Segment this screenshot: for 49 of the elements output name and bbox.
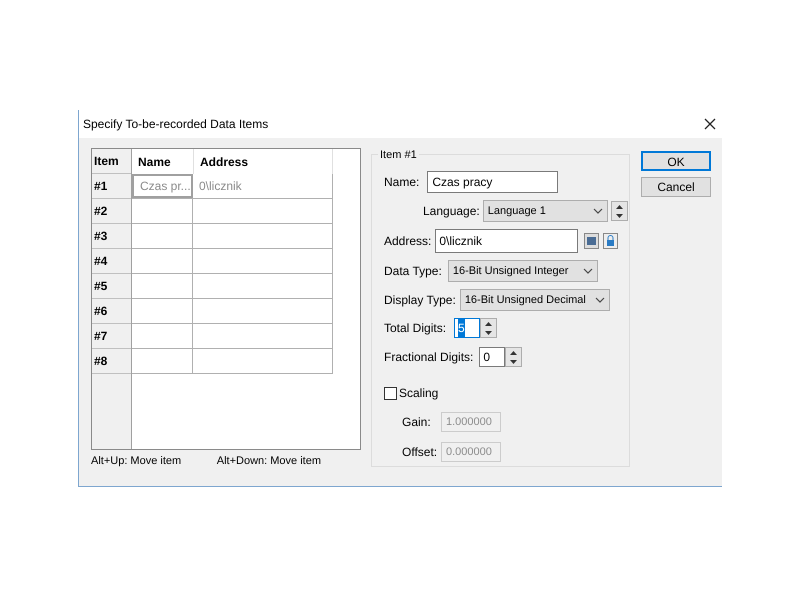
number-field[interactable]: 5 xyxy=(454,318,480,338)
row-header[interactable]: #6 xyxy=(92,299,131,324)
dialog-button[interactable]: Cancel xyxy=(641,177,711,197)
chevron-down-icon xyxy=(594,297,605,303)
up-arrow-icon[interactable] xyxy=(485,322,492,326)
number-field[interactable]: 0 xyxy=(479,347,506,367)
shortcut-hint: Alt+Up: Move item xyxy=(91,454,182,469)
lock-icon[interactable] xyxy=(603,233,618,249)
field-label: Address: xyxy=(384,233,432,250)
name-field[interactable]: Czas pracy xyxy=(427,171,558,193)
down-arrow-icon[interactable] xyxy=(510,360,518,364)
address-field[interactable]: 0\licznik xyxy=(435,229,578,253)
checkbox[interactable] xyxy=(384,386,397,400)
spin-button[interactable] xyxy=(480,318,498,338)
dialog-button[interactable]: OK xyxy=(641,151,711,171)
dropdown[interactable]: 16-Bit Unsigned Integer xyxy=(448,260,598,282)
field-label: Display Type: xyxy=(384,292,456,309)
field-label: Gain: xyxy=(402,414,432,431)
down-arrow-icon[interactable] xyxy=(485,330,492,334)
column-header: Address xyxy=(193,149,333,174)
window-title: Specify To-be-recorded Data Items xyxy=(83,116,268,133)
row-header[interactable]: #1 xyxy=(92,174,131,199)
close-icon[interactable] xyxy=(704,118,716,130)
column-header: Name xyxy=(137,154,172,170)
field-label: Language: xyxy=(423,203,480,220)
row-header[interactable]: #8 xyxy=(92,349,131,374)
row-header[interactable]: #7 xyxy=(92,324,131,349)
chevron-down-icon xyxy=(582,268,593,274)
shortcut-hint: Alt+Down: Move item xyxy=(216,454,321,469)
row-header[interactable]: #5 xyxy=(92,274,131,299)
row-header[interactable]: #4 xyxy=(92,249,131,274)
dropdown[interactable]: 16-Bit Unsigned Decimal xyxy=(460,289,610,311)
field-label: Data Type: xyxy=(384,263,442,280)
field-label: Scaling xyxy=(399,385,438,402)
row-header[interactable]: #2 xyxy=(92,199,131,224)
field-label: Total Digits: xyxy=(384,320,446,337)
up-arrow-icon[interactable] xyxy=(616,204,623,208)
device-icon[interactable] xyxy=(584,233,600,249)
spin-button[interactable] xyxy=(505,347,522,367)
column-header: Item xyxy=(92,149,131,174)
field-label: Offset: xyxy=(402,444,438,461)
spin-button[interactable] xyxy=(610,201,628,221)
up-arrow-icon[interactable] xyxy=(510,350,518,354)
field-label: Fractional Digits: xyxy=(384,349,474,366)
down-arrow-icon[interactable] xyxy=(616,214,623,218)
row-header[interactable]: #3 xyxy=(92,224,131,249)
dropdown[interactable]: Language 1 xyxy=(482,200,608,222)
chevron-down-icon xyxy=(592,208,603,214)
field-label: Name: xyxy=(384,174,420,191)
